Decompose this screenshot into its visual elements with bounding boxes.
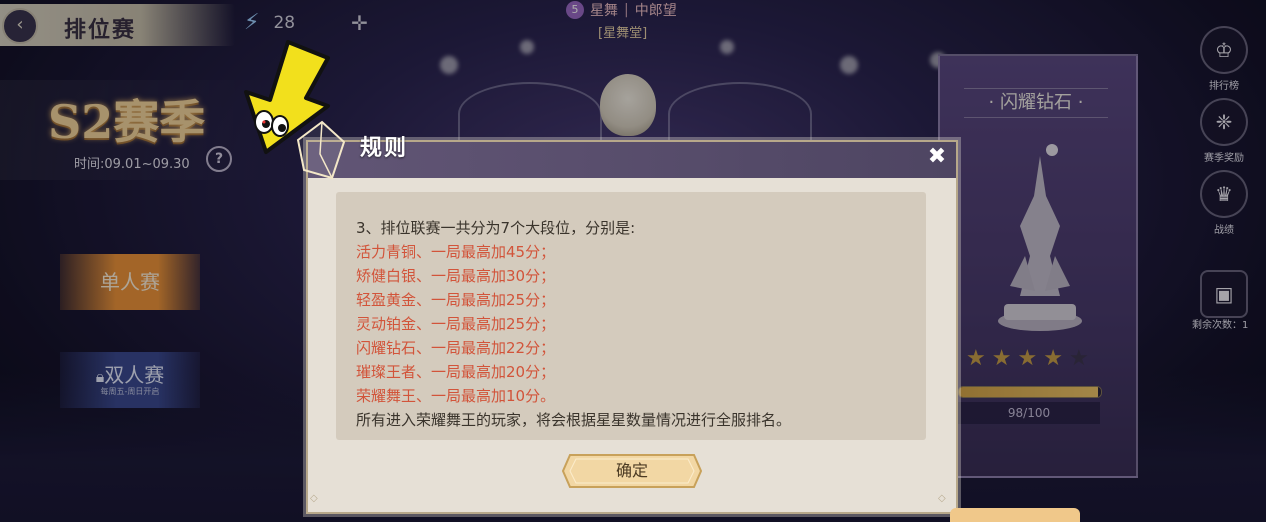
rule-line: 3、排位联赛一共分为7个大段位，分别是:: [356, 219, 636, 237]
confirm-button[interactable]: 确定: [562, 454, 702, 488]
close-icon[interactable]: ✖: [922, 142, 952, 172]
rule-line: 轻盈黄金、一局最高加25分；: [356, 291, 556, 309]
corner-ornament: ◇: [938, 493, 946, 504]
start-match-button[interactable]: [950, 508, 1080, 522]
rule-line: 所有进入荣耀舞王的玩家，将会根据星星数量情况进行全服排名。: [356, 411, 792, 429]
pointer-arrow-icon: [244, 40, 330, 154]
rules-text: 3、排位联赛一共分为7个大段位，分别是: 活力青铜、一局最高加45分； 矫健白银…: [356, 216, 791, 432]
rule-line: 灵动铂金、一局最高加25分；: [356, 315, 556, 333]
rule-line: 活力青铜、一局最高加45分；: [356, 243, 556, 261]
rule-line: 璀璨王者、一局最高加20分；: [356, 363, 556, 381]
corner-ornament: ◇: [310, 493, 318, 504]
rule-line: 闪耀钻石、一局最高加22分；: [356, 339, 556, 357]
rule-line: 矫健白银、一局最高加30分；: [356, 267, 556, 285]
confirm-label: 确定: [615, 461, 648, 480]
dialog-title: 规则: [360, 136, 409, 161]
rule-line: 荣耀舞王、一局最高加10分。: [356, 387, 556, 405]
